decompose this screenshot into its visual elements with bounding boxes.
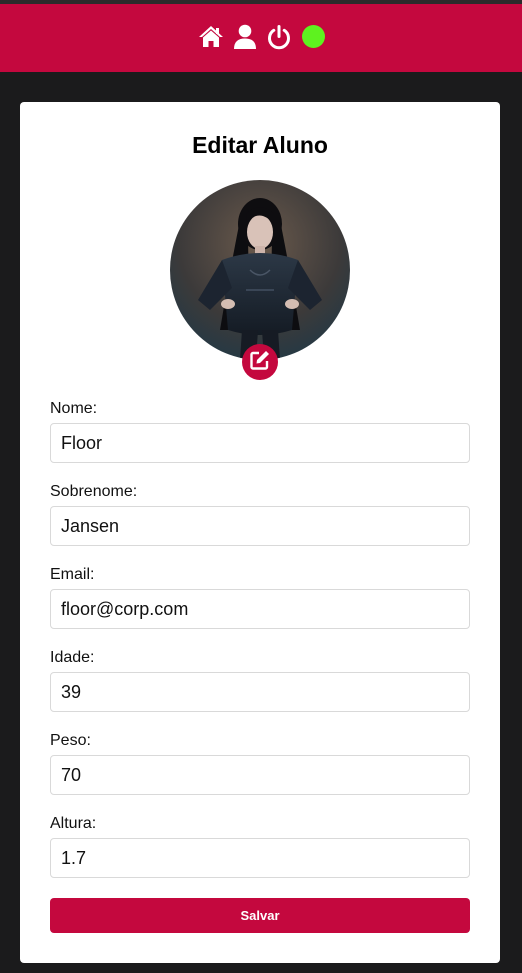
nome-label: Nome:	[50, 400, 98, 417]
header-bar	[0, 4, 522, 72]
peso-input[interactable]	[50, 755, 470, 795]
peso-label: Peso:	[50, 732, 91, 749]
sobrenome-label: Sobrenome:	[50, 483, 138, 500]
altura-label: Altura:	[50, 815, 97, 832]
nav-icons	[198, 24, 325, 50]
edit-icon	[249, 349, 271, 376]
edit-student-card: Editar Aluno Nome: Floor Sobrenome: Jans…	[20, 102, 500, 963]
idade-label: Idade:	[50, 649, 95, 666]
edit-photo-button[interactable]	[242, 344, 278, 380]
idade-input[interactable]	[50, 672, 470, 712]
power-icon[interactable]	[266, 24, 292, 50]
save-button[interactable]: Salvar	[50, 898, 470, 933]
sobrenome-input[interactable]	[50, 506, 470, 546]
home-icon[interactable]	[198, 24, 224, 50]
status-indicator	[301, 25, 325, 48]
email-label: Email:	[50, 566, 95, 583]
user-icon[interactable]	[232, 24, 258, 50]
altura-input[interactable]	[50, 838, 470, 878]
email-input[interactable]	[50, 589, 470, 629]
student-photo	[170, 180, 350, 360]
nome-input[interactable]	[50, 423, 470, 463]
page-title: Editar Aluno	[192, 132, 328, 158]
